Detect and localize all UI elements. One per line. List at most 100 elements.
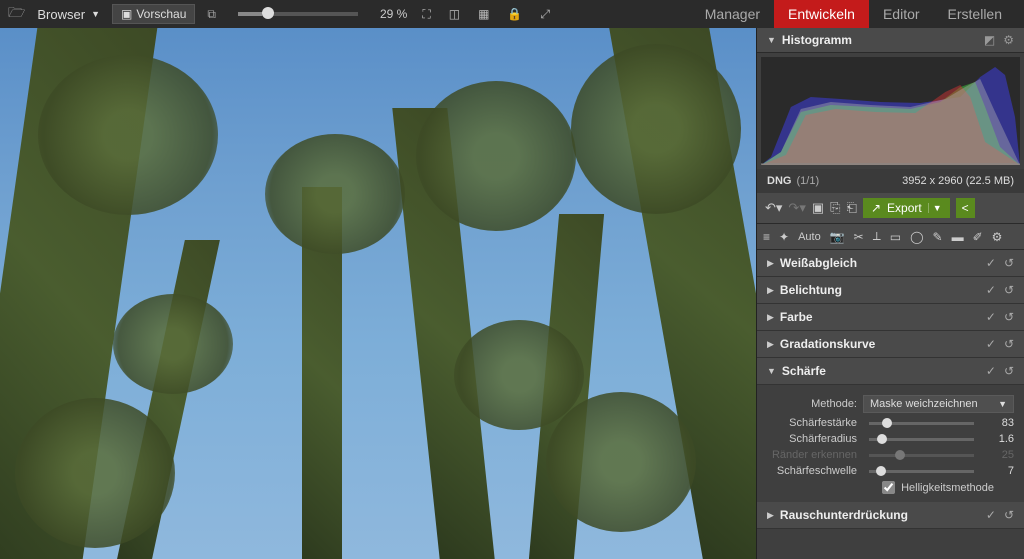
camera-icon[interactable]: 📷 [830,230,845,244]
circle-select-icon[interactable]: ◯ [910,230,923,244]
tab-manager[interactable]: Manager [691,0,774,28]
strength-label: Schärfestärke [767,417,857,429]
zoom-track [238,12,262,16]
main-area: ▼ Histogramm ◩ ⚙ DNG (1/1) 3952 x 2960 (… [0,28,1024,559]
radius-value: 1.6 [986,433,1014,445]
section-noise[interactable]: ▶ Rauschunterdrückung ✓ ↺ [757,502,1024,529]
file-index: (1/1) [797,175,820,187]
sharpen-body: Methode: Maske weichzeichnen ▼ Schärfest… [757,385,1024,502]
rect-select-icon[interactable]: ▭ [890,230,901,244]
strength-value: 83 [986,417,1014,429]
section-sharpen[interactable]: ▼ Schärfe ✓ ↺ [757,358,1024,385]
reset-icon[interactable]: ↺ [1004,364,1014,378]
check-icon[interactable]: ✓ [986,256,996,270]
edges-label: Ränder erkennen [767,449,857,461]
collapse-icon: ▼ [767,366,776,376]
reset-icon[interactable]: ↺ [1004,337,1014,351]
right-sidebar: ▼ Histogramm ◩ ⚙ DNG (1/1) 3952 x 2960 (… [756,28,1024,559]
threshold-slider[interactable] [869,470,974,473]
compare-icon[interactable]: ▣ [812,200,824,216]
gradient-icon[interactable]: ▬ [952,230,964,244]
folder-icon[interactable]: 🗁 [8,2,25,26]
action-row: ↶▾ ↷▾ ▣ ⎘ ⎗ ↗ Export ▼ < [757,193,1024,224]
fit-icon[interactable]: ⛶ [419,7,433,22]
preview-button[interactable]: ▣ Vorschau [112,4,195,24]
method-select[interactable]: Maske weichzeichnen ▼ [863,395,1014,413]
expand-icon: ▶ [767,258,774,269]
grid-icon[interactable]: ▦ [475,7,492,21]
method-value: Maske weichzeichnen [870,398,978,410]
radius-slider[interactable] [869,438,974,441]
image-canvas[interactable] [0,28,756,559]
zoom-slider[interactable] [238,12,358,16]
export-button[interactable]: ↗ Export ▼ [863,198,950,218]
strength-slider[interactable] [869,422,974,425]
reset-icon[interactable]: ↺ [1004,310,1014,324]
file-info: DNG (1/1) 3952 x 2960 (22.5 MB) [757,169,1024,193]
edges-slider [869,454,974,457]
settings-icon[interactable]: ⚙ [1003,33,1014,47]
wand-icon[interactable]: ✦ [779,230,789,244]
copy-icon[interactable]: ⎘ [830,200,840,216]
luminance-checkbox[interactable] [882,481,895,494]
reset-icon[interactable]: ↺ [1004,256,1014,270]
gear-icon[interactable]: ⚙ [992,230,1003,244]
undo-icon[interactable]: ↶▾ [765,200,782,216]
onetoone-icon[interactable]: ◫ [446,7,463,21]
check-icon[interactable]: ✓ [986,337,996,351]
clipping-icon[interactable]: ◩ [984,33,995,47]
file-format: DNG [767,175,791,187]
histogram-header[interactable]: ▼ Histogramm ◩ ⚙ [757,28,1024,53]
share-icon: < [962,201,969,215]
reset-icon[interactable]: ↺ [1004,283,1014,297]
paste-icon[interactable]: ⎗ [847,200,857,216]
image-preview [0,28,756,559]
section-exposure[interactable]: ▶ Belichtung ✓ ↺ [757,277,1024,304]
browser-dropdown[interactable]: Browser ▼ [37,7,100,22]
export-arrow-icon: ↗ [871,201,881,215]
redo-icon[interactable]: ↷▾ [788,200,805,216]
tab-develop[interactable]: Entwickeln [774,0,869,28]
brush-icon[interactable]: ✎ [933,230,943,244]
straighten-icon[interactable]: ⟂ [873,229,881,244]
expand-icon: ▶ [767,312,774,323]
zoom-percent: 29 % [380,7,407,21]
expand-icon: ▶ [767,285,774,296]
topbar: 🗁 Browser ▼ ▣ Vorschau ⧉ 29 % ⛶ ◫ ▦ 🔒 ⤢ … [0,0,1024,28]
expand-icon: ▶ [767,339,774,350]
threshold-label: Schärfeschwelle [767,465,857,477]
browser-label: Browser [37,7,85,22]
main-tabs: Manager Entwickeln Editor Erstellen [691,0,1016,28]
zoom-thumb[interactable] [262,7,274,19]
chevron-down-icon: ▼ [91,9,100,19]
check-icon[interactable]: ✓ [986,283,996,297]
lock-icon[interactable]: 🔒 [504,7,525,21]
check-icon[interactable]: ✓ [986,364,996,378]
edges-value: 25 [986,449,1014,461]
expand-icon[interactable]: ⤢ [537,7,553,22]
tool-row: ≡ ✦ Auto 📷 ✂ ⟂ ▭ ◯ ✎ ▬ ✐ ⚙ [757,224,1024,250]
auto-button[interactable]: Auto [798,231,821,243]
section-white-balance[interactable]: ▶ Weißabgleich ✓ ↺ [757,250,1024,277]
sliders-icon[interactable]: ≡ [763,230,770,244]
share-button[interactable]: < [956,198,975,218]
image-icon: ▣ [121,7,132,21]
tab-editor[interactable]: Editor [869,0,934,28]
reset-icon[interactable]: ↺ [1004,508,1014,522]
section-color[interactable]: ▶ Farbe ✓ ↺ [757,304,1024,331]
method-label: Methode: [767,398,857,410]
check-icon[interactable]: ✓ [986,508,996,522]
tab-create[interactable]: Erstellen [934,0,1016,28]
eyedropper-icon[interactable]: ✐ [973,230,983,244]
check-icon[interactable]: ✓ [986,310,996,324]
export-label: Export [887,201,922,215]
radius-label: Schärferadius [767,433,857,445]
luminance-label: Helligkeitsmethode [901,482,994,494]
section-curve[interactable]: ▶ Gradationskurve ✓ ↺ [757,331,1024,358]
export-dropdown-icon[interactable]: ▼ [928,203,942,213]
collapse-icon: ▼ [767,35,776,45]
crop-icon[interactable]: ✂ [854,230,864,244]
external-icon[interactable]: ⧉ [207,7,216,22]
preview-label: Vorschau [136,7,186,21]
threshold-value: 7 [986,465,1014,477]
